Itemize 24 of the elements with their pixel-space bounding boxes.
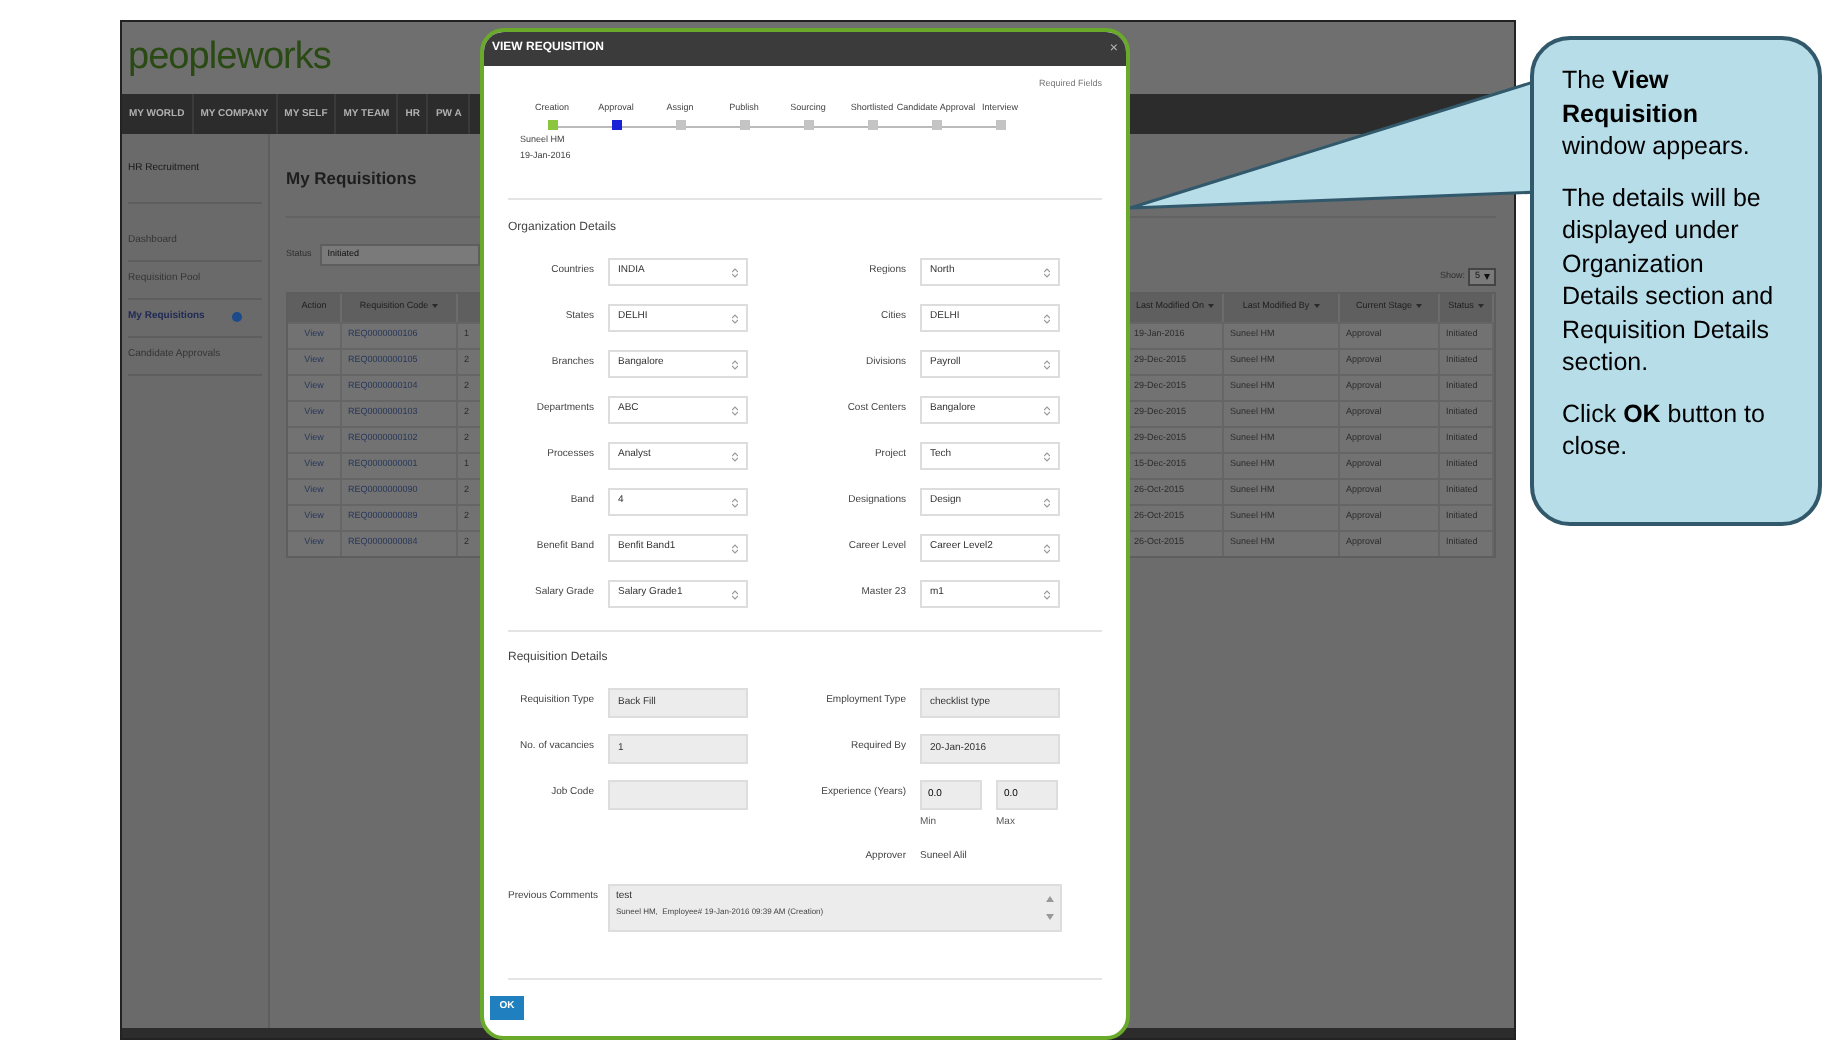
up-down-caret-icon [1044,497,1050,507]
up-down-caret-icon [732,589,738,599]
up-down-caret-icon [1044,405,1050,415]
logo: peopleworks [128,33,331,82]
callout-text: The details will be displayed under Organization Details section and Requisition Details section. [1562,181,1776,379]
badge-dot-icon [232,312,242,322]
up-down-caret-icon [1044,313,1050,323]
up-down-caret-icon [732,313,738,323]
callout-text: The View Requisition window appears. [1562,64,1752,163]
scroll-arrows-icon [1046,894,1054,922]
up-down-caret-icon [1044,589,1050,599]
input-field[interactable] [608,780,748,810]
up-down-caret-icon [732,543,738,553]
up-down-caret-icon [1044,267,1050,277]
callout-text: Click OK button to close. [1562,397,1767,463]
up-down-caret-icon [732,451,738,461]
up-down-caret-icon [1044,451,1050,461]
up-down-caret-icon [732,267,738,277]
up-down-caret-icon [732,359,738,369]
caret-icon [1484,273,1490,280]
up-down-caret-icon [1044,359,1050,369]
up-down-caret-icon [732,497,738,507]
up-down-caret-icon [1044,543,1050,553]
up-down-caret-icon [732,405,738,415]
